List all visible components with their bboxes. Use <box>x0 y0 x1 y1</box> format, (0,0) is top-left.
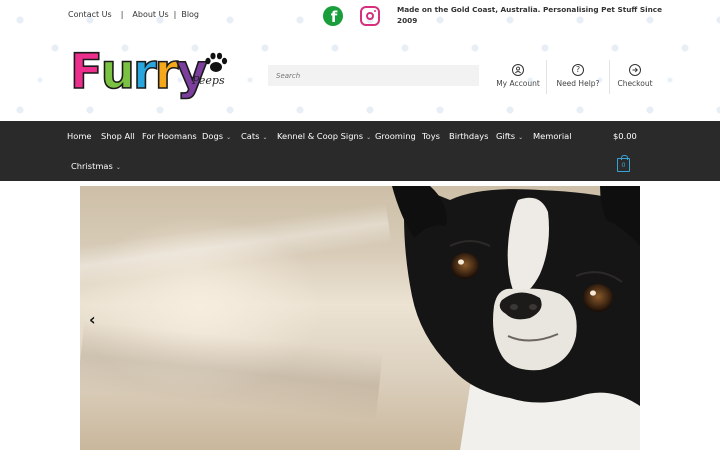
tagline: Made on the Gold Coast, Australia. Perso… <box>397 5 663 25</box>
nav-item-birthdays[interactable]: Birthdays <box>449 131 489 141</box>
nav-item-for-hoomans[interactable]: For Hoomans <box>142 131 197 141</box>
chevron-down-icon: ⌄ <box>518 134 524 141</box>
arrow-right-icon <box>629 64 641 76</box>
nav-item-cats[interactable]: Cats ⌄ <box>241 131 268 141</box>
hero-photo-detail <box>80 203 392 289</box>
site-logo[interactable]: Furry Peeps <box>69 43 235 104</box>
divider <box>546 60 547 94</box>
hero-slider: ‹ <box>80 186 640 450</box>
separator: | <box>173 10 177 19</box>
user-icon <box>512 64 524 76</box>
top-links: Contact Us | About Us | Blog <box>68 10 199 19</box>
about-us-link[interactable]: About Us <box>132 10 168 19</box>
need-help-link[interactable]: ? Need Help? <box>556 64 600 88</box>
nav-item-gifts[interactable]: Gifts ⌄ <box>496 131 523 141</box>
nav-item-dogs[interactable]: Dogs ⌄ <box>202 131 231 141</box>
logo-subtext: Peeps <box>192 74 225 87</box>
need-help-label: Need Help? <box>556 79 600 88</box>
nav-item-toys[interactable]: Toys <box>422 131 440 141</box>
site-header: Contact Us | About Us | Blog f Made on t… <box>0 0 720 121</box>
nav-item-home[interactable]: Home <box>67 131 92 141</box>
french-bulldog-photo <box>392 186 640 450</box>
main-nav: Home Shop All For Hoomans Dogs ⌄ Cats ⌄ Ke… <box>0 121 720 181</box>
search-input[interactable] <box>268 65 479 86</box>
instagram-icon[interactable] <box>360 6 380 26</box>
nav-item-grooming[interactable]: Grooming <box>375 131 416 141</box>
checkout-label: Checkout <box>617 79 653 88</box>
my-account-label: My Account <box>496 79 540 88</box>
paw-icon <box>205 52 228 72</box>
facebook-icon[interactable]: f <box>323 6 343 26</box>
contact-us-link[interactable]: Contact Us <box>68 10 112 19</box>
nav-item-shop-all[interactable]: Shop All <box>101 131 135 141</box>
chevron-left-icon[interactable]: ‹ <box>89 310 96 329</box>
nav-item-christmas[interactable]: Christmas ⌄ <box>71 161 121 171</box>
chevron-down-icon: ⌄ <box>262 134 268 141</box>
cart-total[interactable]: $0.00 <box>613 131 637 141</box>
chevron-down-icon: ⌄ <box>366 134 372 141</box>
nav-item-kennel-coop-signs[interactable]: Kennel & Coop Signs ⌄ <box>277 131 371 141</box>
hero-photo-detail <box>80 320 383 422</box>
cart-icon[interactable]: 0 <box>617 155 630 172</box>
blog-link[interactable]: Blog <box>181 10 199 19</box>
cart-count: 0 <box>621 161 626 169</box>
nav-item-memorial[interactable]: Memorial <box>533 131 572 141</box>
logo-wordmark: Furry <box>69 43 208 101</box>
help-icon: ? <box>572 64 584 76</box>
divider <box>609 60 610 94</box>
chevron-down-icon: ⌄ <box>115 164 121 171</box>
my-account-link[interactable]: My Account <box>496 64 540 88</box>
checkout-link[interactable]: Checkout <box>613 64 657 88</box>
chevron-down-icon: ⌄ <box>226 134 232 141</box>
separator: | <box>120 10 124 19</box>
